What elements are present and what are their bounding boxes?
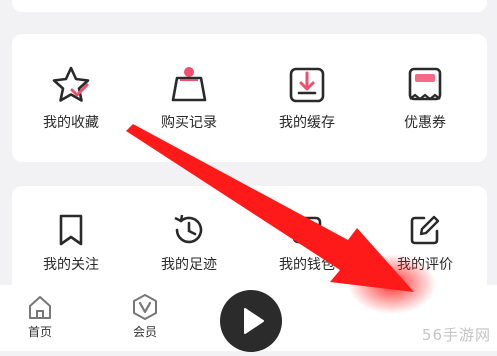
tab-vip-label: 会员 — [132, 325, 157, 339]
my-footprints-item[interactable]: 我的足迹 — [130, 212, 248, 274]
my-reviews-label: 我的评价 — [397, 257, 453, 273]
coupons-label: 优惠券 — [404, 115, 446, 131]
home-icon — [29, 296, 51, 319]
play-icon — [244, 308, 264, 334]
purchase-history-label: 购买记录 — [161, 115, 217, 131]
star-icon — [52, 66, 90, 102]
coupons-item[interactable]: 优惠券 — [366, 64, 484, 132]
services-card: 我的收藏 购买记录 我的缓存 优惠券 — [12, 34, 487, 162]
my-follows-label: 我的关注 — [43, 257, 99, 273]
my-reviews-item[interactable]: 我的评价 — [366, 212, 484, 274]
download-box-icon — [289, 67, 325, 103]
my-cache-label: 我的缓存 — [279, 115, 335, 131]
wallet-icon — [292, 216, 322, 244]
history-clock-icon — [174, 214, 203, 244]
vip-badge-icon — [133, 294, 157, 320]
edit-icon — [410, 215, 440, 245]
my-wallet-label: 我的钱包 — [279, 257, 335, 273]
my-favorites-item[interactable]: 我的收藏 — [12, 64, 130, 132]
bookmark-icon — [59, 214, 83, 246]
watermark: 56手游网 — [421, 326, 491, 344]
my-follows-item[interactable]: 我的关注 — [12, 212, 130, 274]
play-button[interactable] — [220, 290, 282, 352]
my-favorites-label: 我的收藏 — [43, 115, 99, 131]
tab-vip[interactable]: 会员 — [123, 293, 167, 340]
tab-home-label: 首页 — [27, 325, 52, 339]
account-card: 我的关注 我的足迹 我的钱包 我的评价 — [12, 186, 487, 296]
shopping-bag-icon — [171, 67, 207, 102]
my-footprints-label: 我的足迹 — [161, 257, 217, 273]
tab-home[interactable]: 首页 — [18, 293, 62, 340]
previous-card — [12, 0, 487, 12]
coupon-icon — [408, 67, 442, 101]
my-wallet-item[interactable]: 我的钱包 — [248, 212, 366, 274]
purchase-history-item[interactable]: 购买记录 — [130, 64, 248, 132]
my-cache-item[interactable]: 我的缓存 — [248, 64, 366, 132]
